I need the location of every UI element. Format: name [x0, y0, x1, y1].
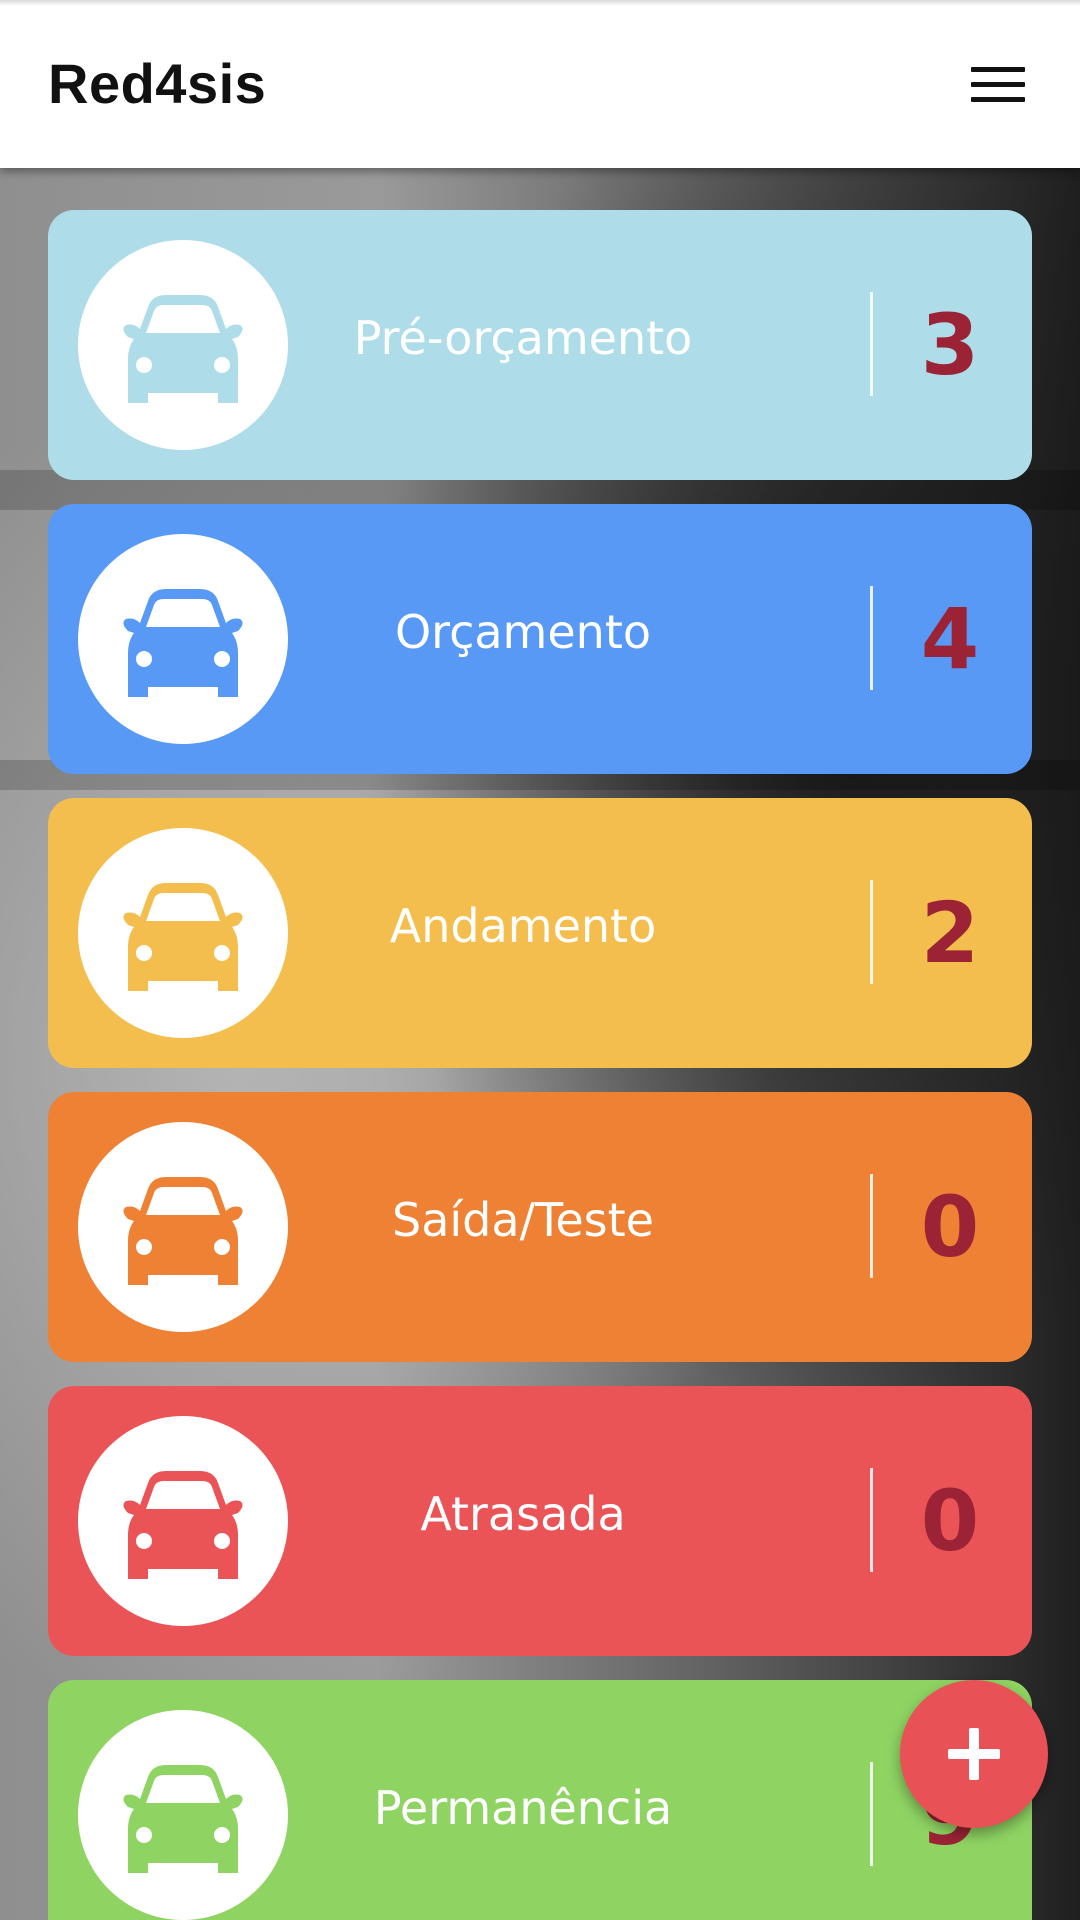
app-title: Red4sis: [48, 52, 267, 115]
card-divider: [870, 880, 873, 984]
card-divider: [870, 1468, 873, 1572]
car-headlight: [214, 1533, 230, 1549]
car-avatar: [78, 1710, 288, 1920]
car-icon: [123, 589, 243, 697]
card-count: 4: [920, 590, 980, 688]
car-headlight: [136, 1533, 152, 1549]
car-icon: [123, 295, 243, 403]
status-card-andamento[interactable]: Andamento 2: [48, 798, 1032, 1068]
card-divider: [870, 1762, 873, 1866]
card-divider: [870, 292, 873, 396]
status-card-saida-teste[interactable]: Saída/Teste 0: [48, 1092, 1032, 1362]
card-count: 3: [920, 296, 980, 394]
car-avatar: [78, 534, 288, 744]
car-headlight: [136, 357, 152, 373]
status-card-orcamento[interactable]: Orçamento 4: [48, 504, 1032, 774]
card-count: 0: [920, 1178, 980, 1276]
status-card-atrasada[interactable]: Atrasada 0: [48, 1386, 1032, 1656]
car-headlight: [214, 651, 230, 667]
car-headlight: [214, 1239, 230, 1255]
card-label: Andamento: [389, 899, 657, 953]
card-divider: [870, 586, 873, 690]
car-icon: [123, 1765, 243, 1873]
card-label: Permanência: [373, 1781, 673, 1835]
car-icon: [123, 1471, 243, 1579]
car-avatar: [78, 240, 288, 450]
card-label: Atrasada: [420, 1487, 626, 1541]
plus-icon: [948, 1728, 1000, 1780]
status-card-pre-orcamento[interactable]: Pré-orçamento 3: [48, 210, 1032, 480]
add-button[interactable]: [900, 1680, 1048, 1828]
app-bar: Red4sis: [0, 0, 1080, 168]
status-card-list: Pré-orçamento 3 Orçamento 4 Andamento 2 …: [48, 210, 1032, 1920]
card-label: Orçamento: [394, 605, 652, 659]
card-count: 2: [920, 884, 980, 982]
card-label: Pré-orçamento: [353, 311, 693, 365]
card-count: 0: [920, 1472, 980, 1570]
card-label: Saída/Teste: [392, 1193, 654, 1247]
car-icon: [123, 883, 243, 991]
hamburger-menu-icon: [971, 62, 1025, 107]
menu-button[interactable]: [960, 54, 1036, 114]
car-headlight: [136, 1827, 152, 1843]
car-headlight: [136, 945, 152, 961]
car-avatar: [78, 1122, 288, 1332]
car-avatar: [78, 1416, 288, 1626]
car-headlight: [214, 945, 230, 961]
car-icon: [123, 1177, 243, 1285]
status-card-permanencia[interactable]: Permanência 9: [48, 1680, 1032, 1920]
car-headlight: [214, 357, 230, 373]
car-headlight: [214, 1827, 230, 1843]
car-avatar: [78, 828, 288, 1038]
card-divider: [870, 1174, 873, 1278]
car-headlight: [136, 1239, 152, 1255]
car-headlight: [136, 651, 152, 667]
